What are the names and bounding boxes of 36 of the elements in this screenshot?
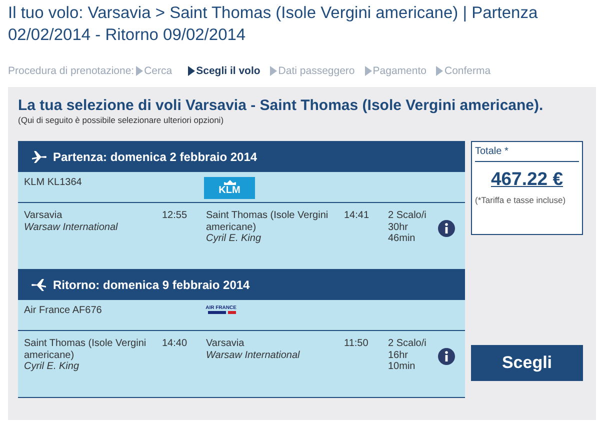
breadcrumb-step[interactable]: Scegli il volo (196, 64, 260, 76)
arrival-time: 11:50 (343, 338, 370, 350)
stops-duration: 2 Scalo/i 30hr 46min (388, 210, 428, 244)
selection-subheading: (Qui di seguito è possibile selezionare ulteriori opzioni) (18, 115, 225, 125)
airline-logo: KLM (204, 177, 255, 199)
airline-flight-number: Air France AF676 (24, 305, 103, 316)
departure-time: 14:40 (161, 338, 188, 350)
selection-heading: La tua selezione di voli Varsavia - Saint Thomas (Isole Vergini americane). (18, 97, 544, 115)
departure-airport: Warsaw International (24, 222, 119, 233)
departure-city: Saint Thomas (Isole Vergini americane) (24, 338, 148, 361)
departing-plane-icon (31, 150, 47, 164)
info-icon[interactable] (438, 220, 455, 237)
stops-duration: 2 Scalo/i 16hr 10min (388, 338, 428, 372)
price-note: (*Tariffa e tasse incluse) (475, 195, 567, 205)
info-icon[interactable] (438, 348, 455, 365)
departure-city: Varsavia (24, 210, 63, 222)
page-title: Il tuo volo: Varsavia > Saint Thomas (Isole Vergini americane) | Partenza 02/02/2014 - Ritorno 09/02/2014 (7, 3, 539, 46)
breadcrumb-step[interactable]: Pagamento (372, 64, 426, 76)
arrival-time: 14:41 (343, 210, 370, 222)
breadcrumb-step[interactable]: Conferma (444, 64, 491, 76)
arrival-airport: Cyril E. King (206, 233, 262, 244)
flight-date-heading: Ritorno: domenica 9 febbraio 2014 (53, 278, 250, 292)
breadcrumb-step[interactable]: Dati passeggero (278, 64, 355, 76)
total-price: 467.22 € (490, 168, 563, 189)
arrival-airport: Warsaw International (206, 350, 301, 361)
breadcrumb-step[interactable]: Cerca (144, 64, 172, 76)
arrival-city: Varsavia (206, 338, 245, 350)
select-button[interactable]: Scegli (471, 345, 583, 381)
breadcrumb-label: Procedura di prenotazione: (8, 64, 134, 76)
arrival-city: Saint Thomas (Isole Vergini americane) (206, 210, 330, 233)
total-label: Totale * (475, 146, 579, 162)
airline-flight-number: KLM KL1364 (24, 177, 83, 188)
arriving-plane-icon (31, 278, 47, 292)
departure-airport: Cyril E. King (24, 361, 80, 372)
departure-time: 12:55 (161, 210, 188, 222)
flight-date-heading: Partenza: domenica 2 febbraio 2014 (53, 150, 258, 164)
